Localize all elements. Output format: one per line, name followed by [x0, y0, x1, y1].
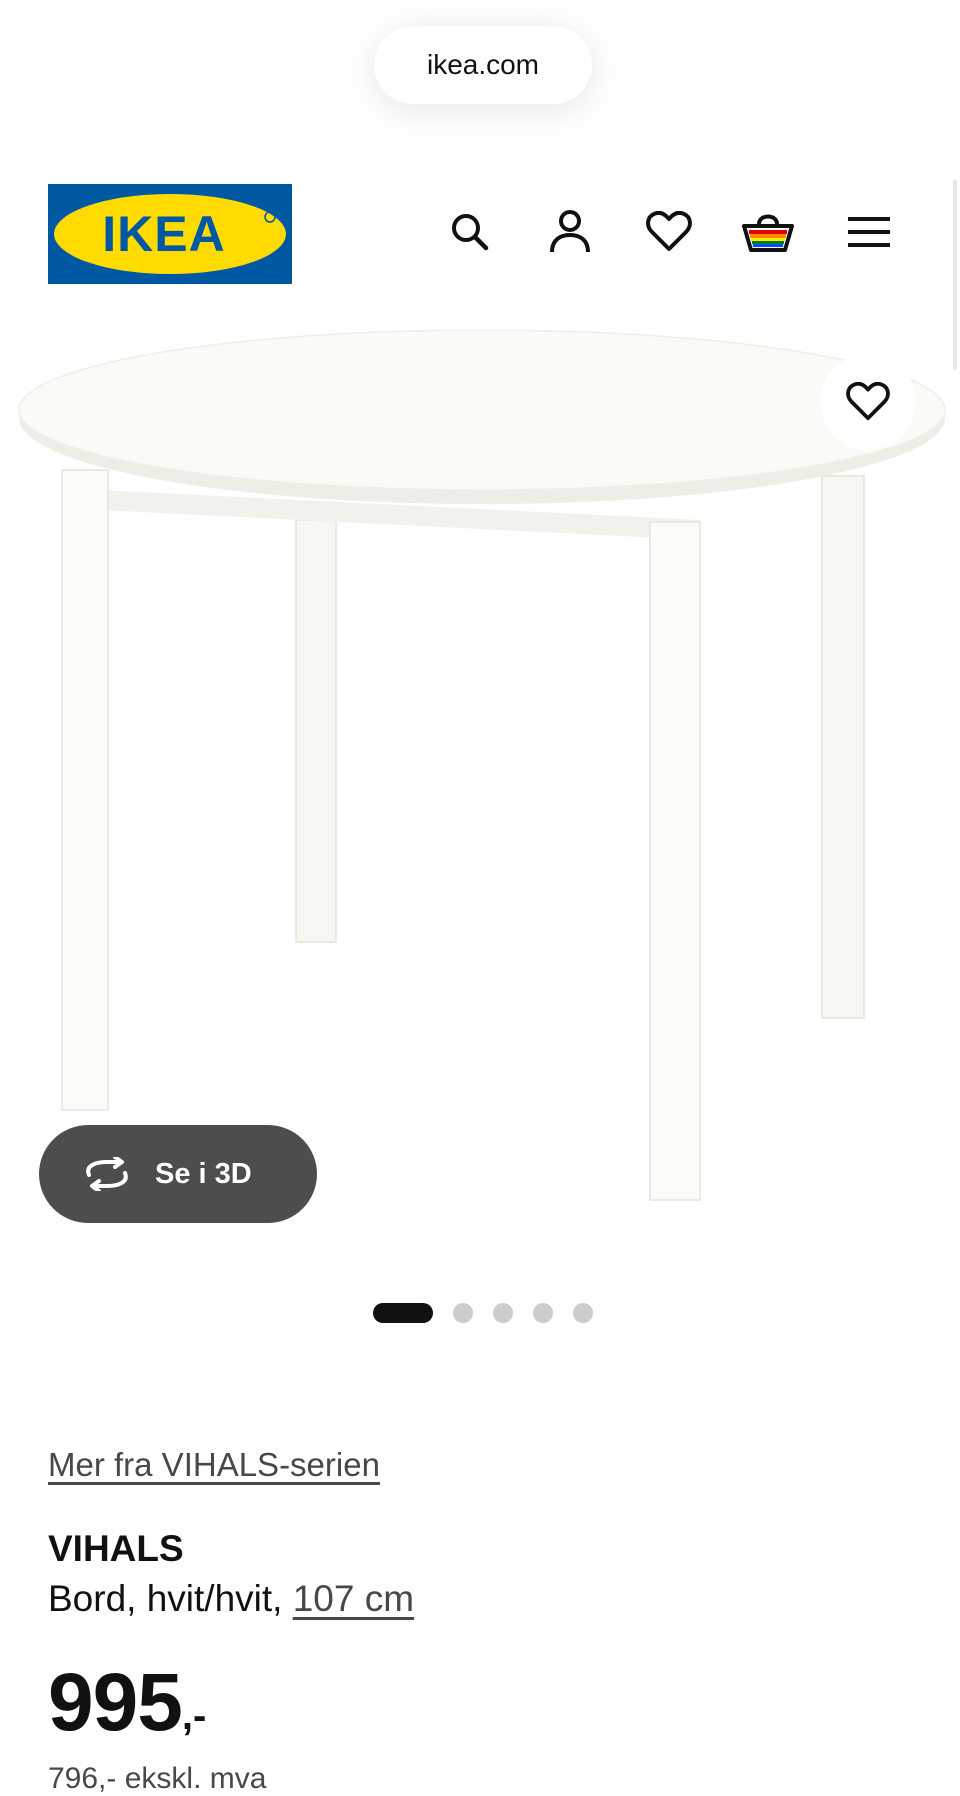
url-bar[interactable]: ikea.com — [374, 26, 592, 104]
product-price: 995 ,- — [48, 1660, 206, 1746]
carousel-dot-5[interactable] — [573, 1303, 593, 1323]
add-to-favourites-button[interactable] — [820, 354, 916, 450]
rotate-3d-icon — [86, 1157, 128, 1191]
view-3d-button[interactable]: Se i 3D — [39, 1125, 317, 1223]
product-name: VIHALS — [48, 1528, 184, 1569]
view-3d-label: Se i 3D — [155, 1157, 252, 1190]
svg-text:IKEA: IKEA — [102, 206, 225, 262]
carousel-dot-2[interactable] — [453, 1303, 473, 1323]
carousel-indicator — [373, 1303, 593, 1323]
heart-icon — [846, 382, 890, 421]
cart-icon[interactable] — [741, 205, 795, 259]
carousel-dot-4[interactable] — [533, 1303, 553, 1323]
url-text: ikea.com — [426, 49, 540, 80]
product-description: Bord, hvit/hvit, 107 cm — [48, 1578, 414, 1620]
series-link[interactable]: Mer fra VIHALS-serien — [48, 1446, 380, 1484]
favourites-icon[interactable] — [642, 205, 696, 259]
price-main: 995 — [48, 1657, 183, 1748]
search-icon[interactable] — [443, 205, 497, 259]
ikea-logo[interactable]: IKEA — [48, 184, 292, 284]
carousel-dot-3[interactable] — [493, 1303, 513, 1323]
menu-icon[interactable] — [842, 205, 896, 259]
product-type-color: Bord, hvit/hvit, — [48, 1578, 293, 1619]
account-icon[interactable] — [543, 205, 597, 259]
price-suffix: ,- — [181, 1694, 207, 1738]
carousel-dot-1[interactable] — [373, 1303, 433, 1323]
size-link[interactable]: 107 cm — [293, 1578, 414, 1619]
price-excl-vat: 796,- ekskl. mva — [48, 1762, 267, 1795]
